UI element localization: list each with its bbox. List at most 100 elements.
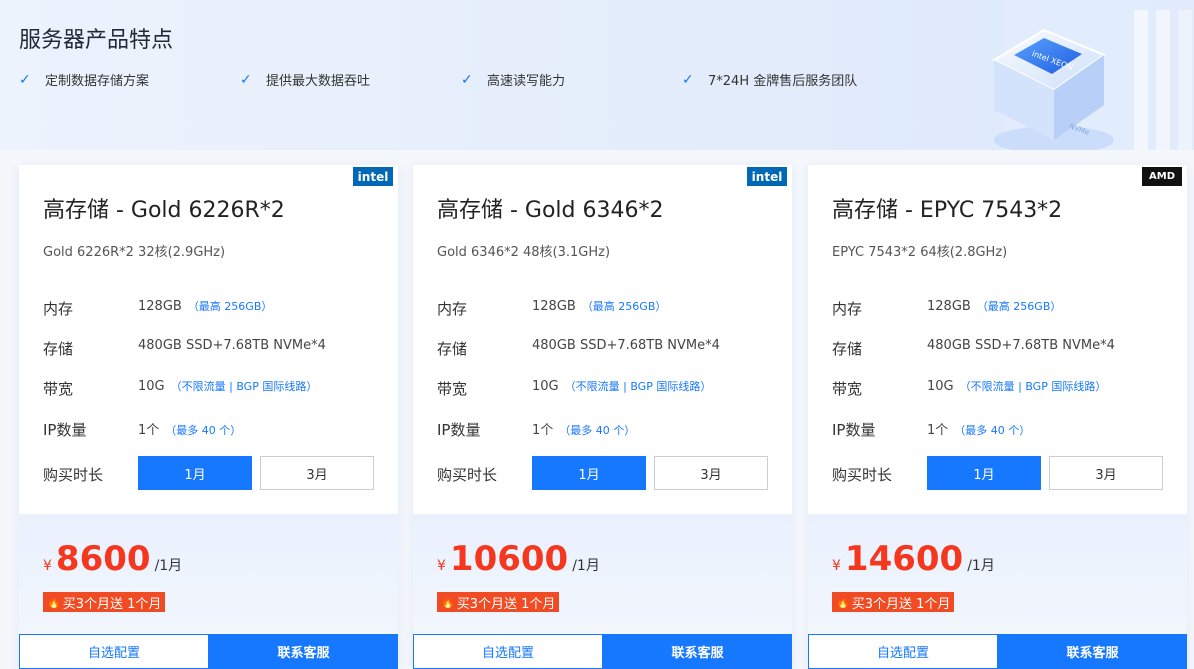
- product-subtitle: Gold 6226R*2 32核(2.9GHz): [43, 245, 226, 260]
- product-cards: intel 高存储 - Gold 6226R*2 Gold 6226R*2 32…: [0, 150, 1194, 669]
- banner-title: 服务器产品特点: [19, 28, 174, 53]
- month-1-button[interactable]: 1月: [138, 456, 252, 490]
- feature-text: 定制数据存储方案: [45, 74, 150, 89]
- spec-value: 480GB SSD+7.68TB NVMe*4: [927, 338, 1115, 353]
- spec-value: 10G （不限流量 | BGP 国际线路）: [138, 379, 318, 394]
- spec-label: 存储: [832, 340, 863, 358]
- month-1-button[interactable]: 1月: [532, 456, 646, 490]
- feature-item: ✓ 7*24H 金牌售后服务团队: [682, 70, 858, 90]
- spec-label: 带宽: [437, 380, 468, 398]
- flame-icon: 🔥: [836, 595, 850, 609]
- price-value: 14600: [844, 539, 964, 579]
- month-3-button[interactable]: 3月: [654, 456, 768, 490]
- spec-label: IP数量: [437, 421, 481, 439]
- spec-value: 1个 （最多 40 个）: [532, 423, 636, 438]
- amd-logo: AMD: [1142, 167, 1182, 186]
- spec-bandwidth: 带宽 10G （不限流量 | BGP 国际线路）: [832, 378, 1172, 398]
- features-banner: 服务器产品特点 ✓ 定制数据存储方案 ✓ 提供最大数据吞吐 ✓ 高速读写能力 ✓…: [0, 0, 1194, 150]
- spec-value: 128GB （最高 256GB）: [532, 299, 667, 314]
- spec-label: 内存: [43, 300, 74, 318]
- price-unit: /1月: [967, 558, 995, 574]
- price-unit: /1月: [154, 558, 183, 574]
- price: ¥ 14600 /1月: [832, 539, 995, 579]
- product-card: AMD 高存储 - EPYC 7543*2 EPYC 7543*2 64核(2.…: [808, 165, 1187, 669]
- spec-label: 购买时长: [43, 466, 104, 484]
- spec-bandwidth: 带宽 10G （不限流量 | BGP 国际线路）: [43, 378, 383, 398]
- product-title: 高存储 - Gold 6346*2: [437, 198, 664, 223]
- currency-symbol: ¥: [43, 558, 52, 574]
- spec-ip: IP数量 1个 （最多 40 个）: [437, 419, 777, 439]
- spec-value: 128GB （最高 256GB）: [927, 299, 1062, 314]
- price: ¥ 8600 /1月: [43, 539, 182, 579]
- feature-list: ✓ 定制数据存储方案 ✓ 提供最大数据吞吐 ✓ 高速读写能力 ✓ 7*24H 金…: [19, 70, 919, 92]
- product-title: 高存储 - EPYC 7543*2: [832, 198, 1063, 223]
- price-value: 10600: [449, 539, 569, 579]
- flame-icon: 🔥: [47, 595, 61, 609]
- spec-ip: IP数量 1个 （最多 40 个）: [832, 419, 1172, 439]
- spec-label: 内存: [832, 300, 863, 318]
- spec-label: 存储: [437, 340, 468, 358]
- spec-label: IP数量: [43, 421, 87, 439]
- month-3-button[interactable]: 3月: [1049, 456, 1163, 490]
- spec-value: 1个 （最多 40 个）: [138, 423, 242, 438]
- contact-service-button[interactable]: 联系客服: [209, 634, 398, 669]
- contact-service-button[interactable]: 联系客服: [603, 634, 792, 669]
- check-icon: ✓: [682, 71, 694, 88]
- spec-storage: 存储 480GB SSD+7.68TB NVMe*4: [43, 338, 383, 358]
- month-3-button[interactable]: 3月: [260, 456, 374, 490]
- price-area: ¥ 10600 /1月 🔥 买3个月送 1个月: [413, 514, 792, 634]
- promo-badge: 🔥 买3个月送 1个月: [43, 592, 166, 612]
- spec-label: 存储: [43, 340, 74, 358]
- spec-value: 480GB SSD+7.68TB NVMe*4: [532, 338, 720, 353]
- product-card: intel 高存储 - Gold 6346*2 Gold 6346*2 48核(…: [413, 165, 792, 669]
- spec-label: 带宽: [43, 380, 74, 398]
- currency-symbol: ¥: [437, 558, 446, 574]
- spec-label: 购买时长: [832, 466, 893, 484]
- month-1-button[interactable]: 1月: [927, 456, 1041, 490]
- check-icon: ✓: [240, 71, 252, 88]
- contact-service-button[interactable]: 联系客服: [998, 634, 1187, 669]
- check-icon: ✓: [461, 71, 473, 88]
- spec-label: 购买时长: [437, 466, 498, 484]
- spec-memory: 内存 128GB （最高 256GB）: [437, 298, 777, 318]
- spec-value: 1个 （最多 40 个）: [927, 423, 1031, 438]
- product-title: 高存储 - Gold 6226R*2: [43, 198, 285, 223]
- spec-label: 内存: [437, 300, 468, 318]
- spec-value: 10G （不限流量 | BGP 国际线路）: [532, 379, 712, 394]
- spec-bandwidth: 带宽 10G （不限流量 | BGP 国际线路）: [437, 378, 777, 398]
- check-icon: ✓: [19, 71, 31, 88]
- spec-memory: 内存 128GB （最高 256GB）: [832, 298, 1172, 318]
- product-card: intel 高存储 - Gold 6226R*2 Gold 6226R*2 32…: [19, 165, 398, 669]
- feature-text: 7*24H 金牌售后服务团队: [708, 74, 858, 89]
- feature-text: 高速读写能力: [487, 74, 566, 89]
- spec-memory: 内存 128GB （最高 256GB）: [43, 298, 383, 318]
- spec-ip: IP数量 1个 （最多 40 个）: [43, 419, 383, 439]
- spec-value: 10G （不限流量 | BGP 国际线路）: [927, 379, 1107, 394]
- currency-symbol: ¥: [832, 558, 841, 574]
- spec-value: 128GB （最高 256GB）: [138, 299, 273, 314]
- price: ¥ 10600 /1月: [437, 539, 600, 579]
- spec-label: IP数量: [832, 421, 876, 439]
- feature-item: ✓ 高速读写能力: [461, 70, 566, 90]
- server-chip-illustration: intel XEON NVMe: [991, 0, 1194, 150]
- spec-storage: 存储 480GB SSD+7.68TB NVMe*4: [437, 338, 777, 358]
- feature-item: ✓ 提供最大数据吞吐: [240, 70, 371, 90]
- custom-config-button[interactable]: 自选配置: [19, 634, 209, 669]
- promo-badge: 🔥 买3个月送 1个月: [832, 592, 955, 612]
- spec-value: 480GB SSD+7.68TB NVMe*4: [138, 338, 326, 353]
- custom-config-button[interactable]: 自选配置: [808, 634, 998, 669]
- feature-text: 提供最大数据吞吐: [266, 74, 371, 89]
- custom-config-button[interactable]: 自选配置: [413, 634, 603, 669]
- price-unit: /1月: [572, 558, 600, 574]
- intel-logo: intel: [353, 167, 393, 186]
- spec-label: 带宽: [832, 380, 863, 398]
- price-area: ¥ 8600 /1月 🔥 买3个月送 1个月: [19, 514, 398, 634]
- product-subtitle: EPYC 7543*2 64核(2.8GHz): [832, 245, 1008, 260]
- flame-icon: 🔥: [441, 595, 455, 609]
- price-value: 8600: [55, 539, 151, 579]
- intel-logo: intel: [747, 167, 787, 186]
- spec-storage: 存储 480GB SSD+7.68TB NVMe*4: [832, 338, 1172, 358]
- promo-badge: 🔥 买3个月送 1个月: [437, 592, 560, 612]
- product-subtitle: Gold 6346*2 48核(3.1GHz): [437, 245, 611, 260]
- feature-item: ✓ 定制数据存储方案: [19, 70, 150, 90]
